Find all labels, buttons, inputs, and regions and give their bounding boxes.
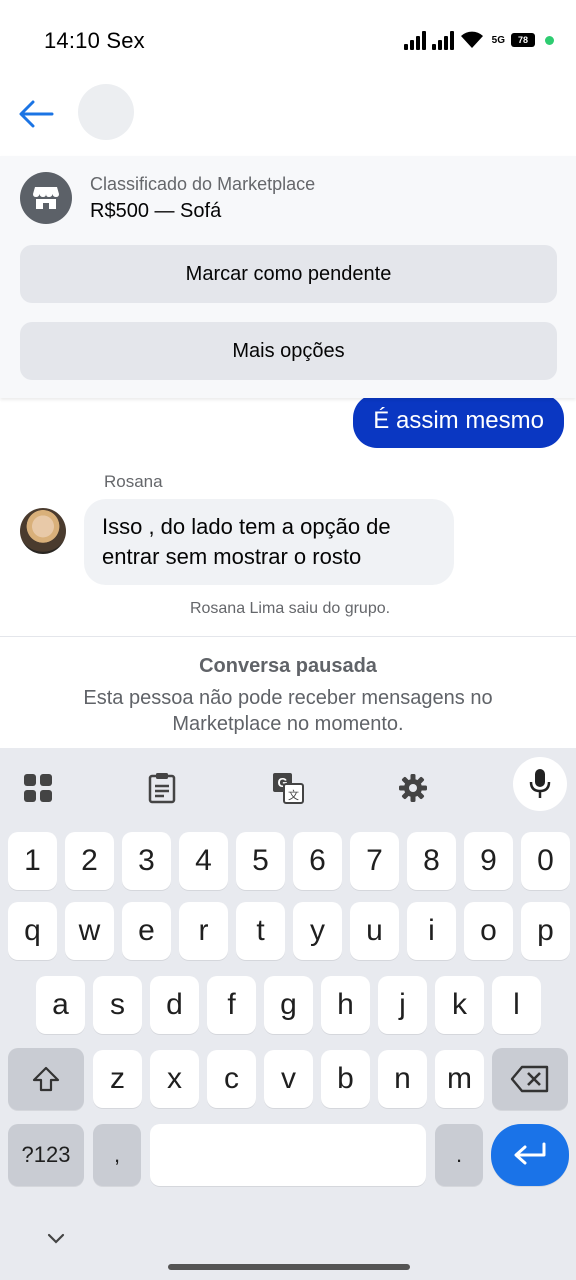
number-key[interactable]: 4 (179, 832, 228, 890)
system-note: Rosana Lima saiu do grupo. (189, 600, 391, 617)
outgoing-message[interactable]: É assim mesmo (353, 398, 564, 448)
comma-key[interactable]: , (93, 1124, 141, 1186)
letter-key[interactable]: b (321, 1050, 370, 1108)
hide-keyboard-chevron-icon[interactable] (44, 1226, 68, 1250)
paused-description: Esta pessoa não pode receber mensagens n… (83, 687, 493, 735)
back-arrow-icon (19, 100, 54, 128)
listing-title[interactable]: R$500 — Sofá (90, 200, 221, 223)
letter-key[interactable]: a (36, 976, 85, 1034)
conversation-paused-banner: Conversa pausada Esta pessoa não pode re… (0, 636, 576, 748)
status-time: 14:10 Sex (44, 28, 145, 53)
letter-key[interactable]: n (378, 1050, 427, 1108)
letter-key[interactable]: p (521, 902, 570, 960)
letter-key[interactable]: x (150, 1050, 199, 1108)
letter-key[interactable]: z (93, 1050, 142, 1108)
backspace-icon (510, 1065, 549, 1093)
signal-icon (403, 30, 426, 50)
paused-title: Conversa pausada (199, 655, 377, 677)
letter-key[interactable]: u (350, 902, 399, 960)
number-key[interactable]: 1 (8, 832, 57, 890)
letter-key[interactable]: f (207, 976, 256, 1034)
letter-key[interactable]: j (378, 976, 427, 1034)
marketplace-shop-icon (20, 172, 72, 224)
privacy-dot-icon (545, 35, 554, 45)
letter-key[interactable]: r (179, 902, 228, 960)
letter-key[interactable]: q (8, 902, 57, 960)
incoming-message[interactable]: Isso , do lado tem a opção de entrar sem… (84, 499, 454, 585)
status-bar: 14:10 Sex 5G 78 (0, 0, 576, 80)
microphone-icon (529, 769, 551, 798)
letter-key[interactable]: g (264, 976, 313, 1034)
number-key[interactable]: 2 (65, 832, 114, 890)
period-key[interactable]: . (435, 1124, 483, 1186)
number-key[interactable]: 6 (293, 832, 342, 890)
letter-key[interactable]: o (464, 902, 513, 960)
number-key[interactable]: 8 (407, 832, 456, 890)
home-indicator[interactable] (168, 1264, 410, 1270)
symbols-key[interactable]: ?123 (8, 1124, 84, 1186)
incoming-message-line: Isso , do lado tem a opção de (102, 514, 391, 539)
wifi-icon (460, 31, 483, 48)
letter-key[interactable]: h (321, 976, 370, 1034)
number-key[interactable]: 3 (122, 832, 171, 890)
apps-grid-icon[interactable] (12, 762, 64, 814)
letter-key[interactable]: l (492, 976, 541, 1034)
incoming-message-line: entrar sem mostrar o rosto (102, 544, 362, 569)
enter-arrow-icon (514, 1142, 546, 1165)
letter-key[interactable]: y (293, 902, 342, 960)
battery-icon: 78 (511, 33, 535, 47)
clipboard-icon[interactable] (136, 762, 188, 814)
microphone-button[interactable] (513, 757, 567, 811)
backspace-key[interactable] (492, 1048, 568, 1110)
signal-icon-2 (431, 30, 454, 50)
letter-key[interactable]: e (122, 902, 171, 960)
enter-key[interactable] (491, 1124, 569, 1186)
sender-avatar[interactable] (20, 508, 66, 554)
number-key[interactable]: 9 (464, 832, 513, 890)
letter-key[interactable]: t (236, 902, 285, 960)
letter-key[interactable]: d (150, 976, 199, 1034)
letter-key[interactable]: w (65, 902, 114, 960)
sender-name: Rosana (104, 472, 163, 491)
letter-key[interactable]: k (435, 976, 484, 1034)
mark-pending-button[interactable]: Marcar como pendente (20, 245, 557, 303)
chat-header (0, 80, 576, 156)
keyboard: G 文 1 2 3 4 5 6 7 8 9 0 q w e r t y u i … (0, 748, 576, 1280)
shift-key[interactable] (8, 1048, 84, 1110)
space-key[interactable] (150, 1124, 426, 1186)
number-key[interactable]: 0 (521, 832, 570, 890)
letter-key[interactable]: v (264, 1050, 313, 1108)
shift-icon (32, 1066, 60, 1092)
back-button[interactable] (14, 92, 58, 136)
status-icons: 5G 78 (403, 28, 554, 52)
keyboard-toolbar: G 文 (0, 748, 576, 828)
number-key[interactable]: 5 (236, 832, 285, 890)
letter-key[interactable]: c (207, 1050, 256, 1108)
marketplace-listing-card: Classificado do Marketplace R$500 — Sofá… (0, 156, 576, 398)
number-key[interactable]: 7 (350, 832, 399, 890)
letter-key[interactable]: m (435, 1050, 484, 1108)
letter-key[interactable]: s (93, 976, 142, 1034)
network-label: 5G (491, 34, 505, 46)
letter-key[interactable]: i (407, 902, 456, 960)
more-options-button[interactable]: Mais opções (20, 322, 557, 380)
translate-icon[interactable]: G 文 (262, 762, 314, 814)
message-list[interactable]: É assim mesmo Rosana Isso , do lado tem … (0, 398, 576, 636)
marketplace-label: Classificado do Marketplace (90, 174, 316, 194)
svg-text:文: 文 (288, 788, 299, 802)
contact-avatar[interactable] (78, 84, 134, 140)
settings-gear-icon[interactable] (387, 762, 439, 814)
